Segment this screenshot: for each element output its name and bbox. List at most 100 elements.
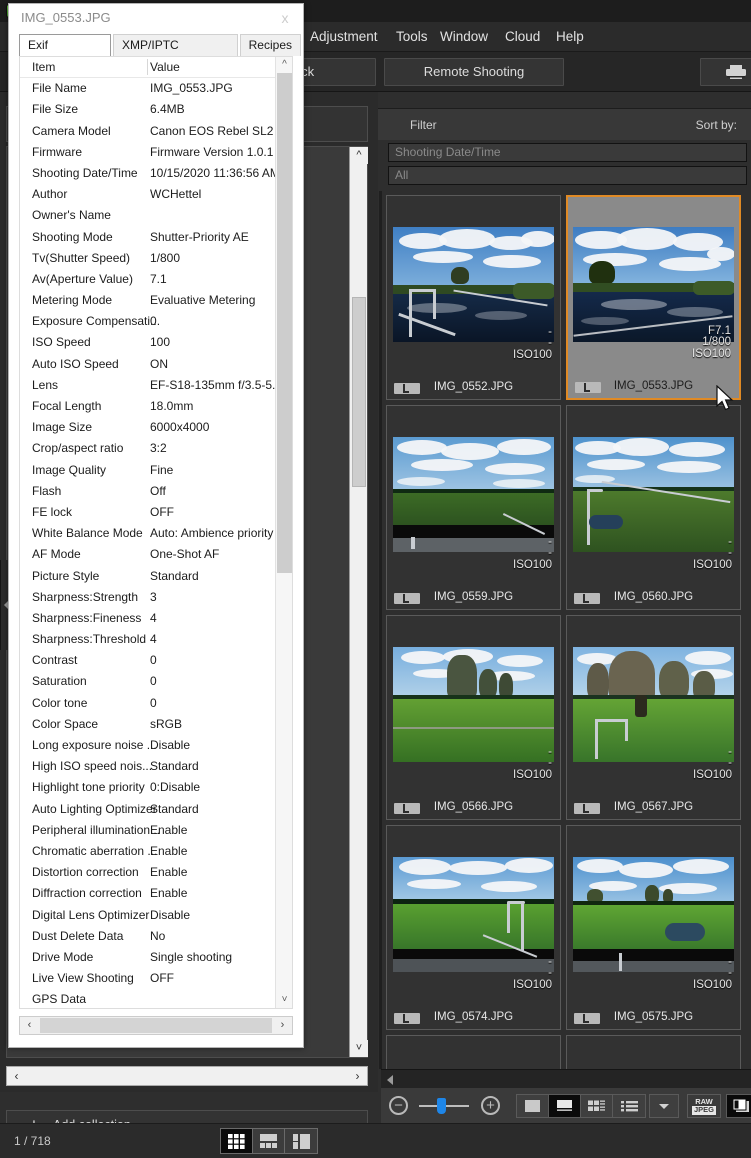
- exif-row[interactable]: File Name IMG_0553.JPG: [20, 78, 292, 99]
- exif-row[interactable]: Digital Lens Optimizer Disable: [20, 905, 292, 926]
- thumbnail-cell-IMG_0552[interactable]: - - ISO100 IMG_0552.JPG: [386, 195, 561, 400]
- exif-information-dialog[interactable]: IMG_0553.JPG x Exif Information XMP/IPTC…: [8, 3, 304, 1048]
- exif-row[interactable]: Auto ISO Speed ON: [20, 354, 292, 375]
- thumbnail-cell-partial-left[interactable]: [386, 1035, 561, 1069]
- tree-scroll-thumb[interactable]: [352, 297, 366, 487]
- exif-row[interactable]: Color tone 0: [20, 693, 292, 714]
- exif-row[interactable]: Image Quality Fine: [20, 460, 292, 481]
- exif-scroll-thumb[interactable]: [277, 73, 292, 573]
- scope-filter-input[interactable]: All: [388, 166, 747, 185]
- exif-row[interactable]: Av(Aperture Value) 7.1: [20, 269, 292, 290]
- layout-horizontal-button[interactable]: [253, 1129, 285, 1153]
- hscroll-right-icon[interactable]: ›: [348, 1067, 367, 1085]
- view-mode-thumb-info[interactable]: [549, 1095, 581, 1117]
- dialog-tabs[interactable]: Exif Information XMP/IPTC Information Re…: [19, 34, 303, 73]
- exif-row[interactable]: Lens EF-S18-135mm f/3.5-5.6 IS S.: [20, 375, 292, 396]
- exif-row[interactable]: Image Size 6000x4000: [20, 417, 292, 438]
- menu-item-help[interactable]: Help: [548, 22, 592, 52]
- view-mode-group[interactable]: [516, 1094, 646, 1118]
- thumbnail-cell-IMG_0575[interactable]: - - ISO100 IMG_0575.JPG: [566, 825, 741, 1030]
- exif-row[interactable]: Auto Lighting Optimizer Standard: [20, 799, 292, 820]
- layout-grid-button[interactable]: [221, 1129, 253, 1153]
- scroll-left-arrow-icon[interactable]: [387, 1075, 393, 1085]
- exif-row[interactable]: Peripheral illumination... Enable: [20, 820, 292, 841]
- exif-row[interactable]: FE lock OFF: [20, 502, 292, 523]
- view-mode-list[interactable]: [613, 1095, 645, 1117]
- exif-row[interactable]: Dust Delete Data No: [20, 926, 292, 947]
- scroll-up-icon[interactable]: ^: [350, 147, 368, 164]
- zoom-in-button[interactable]: +: [481, 1096, 500, 1115]
- tab-xmp-iptc-information[interactable]: XMP/IPTC Information: [113, 34, 238, 73]
- shooting-date-filter-input[interactable]: Shooting Date/Time: [388, 143, 747, 162]
- exif-row[interactable]: Saturation 0: [20, 671, 292, 692]
- exif-row[interactable]: Highlight tone priority 0:Disable: [20, 777, 292, 798]
- exif-row[interactable]: Flash Off: [20, 481, 292, 502]
- exif-row[interactable]: Author WCHettel: [20, 184, 292, 205]
- grid-scroll-strip[interactable]: [381, 1069, 751, 1088]
- zoom-slider-knob[interactable]: [437, 1098, 446, 1114]
- exif-row[interactable]: Focal Length 18.0mm: [20, 396, 292, 417]
- exif-vertical-scrollbar[interactable]: ^ ˅: [275, 57, 292, 1008]
- remote-shooting-button[interactable]: Remote Shooting: [384, 58, 564, 86]
- exif-row[interactable]: Picture Style Standard: [20, 566, 292, 587]
- exif-row[interactable]: Shooting Date/Time 10/15/2020 11:36:56 AM: [20, 163, 292, 184]
- exif-row[interactable]: Distortion correction Enable: [20, 862, 292, 883]
- exif-row[interactable]: Tv(Shutter Speed) 1/800: [20, 248, 292, 269]
- exif-scroll-up-icon[interactable]: ^: [276, 57, 292, 73]
- view-mode-grid-details[interactable]: [581, 1095, 613, 1117]
- exif-row[interactable]: Drive Mode Single shooting: [20, 947, 292, 968]
- exif-scroll-down-icon[interactable]: ˅: [276, 992, 292, 1008]
- exif-row[interactable]: AF Mode One-Shot AF: [20, 544, 292, 565]
- exif-table[interactable]: Item Value File Name IMG_0553.JPG File Siz…: [19, 56, 293, 1009]
- view-options-dropdown[interactable]: [649, 1094, 679, 1118]
- exif-hscroll-right-icon[interactable]: ›: [273, 1017, 292, 1034]
- exif-row[interactable]: Long exposure noise ... Disable: [20, 735, 292, 756]
- thumbnail-cell-IMG_0574[interactable]: - - ISO100 IMG_0574.JPG: [386, 825, 561, 1030]
- thumbnail-cell-IMG_0566[interactable]: - - ISO100 IMG_0566.JPG: [386, 615, 561, 820]
- exif-row[interactable]: High ISO speed nois... Standard: [20, 756, 292, 777]
- exif-row[interactable]: White Balance Mode Auto: Ambience priorit…: [20, 523, 292, 544]
- view-mode-large-thumb[interactable]: [517, 1095, 549, 1117]
- raw-jpeg-toggle[interactable]: RAW JPEG: [687, 1094, 721, 1118]
- tab-recipes[interactable]: Recipes: [239, 34, 301, 56]
- zoom-out-button[interactable]: −: [389, 1096, 408, 1115]
- exif-row[interactable]: Sharpness:Strength 3: [20, 587, 292, 608]
- menu-item-window[interactable]: Window: [432, 22, 496, 52]
- sort-by-label[interactable]: Sort by:: [696, 109, 737, 141]
- tab-exif-information[interactable]: Exif Information: [19, 34, 112, 73]
- exif-row[interactable]: Shooting Mode Shutter-Priority AE: [20, 227, 292, 248]
- exif-row[interactable]: Diffraction correction Enable: [20, 883, 292, 904]
- thumbnail-cell-IMG_0553[interactable]: F7.1 1/800 ISO100 IMG_0553.JPG: [566, 195, 741, 400]
- thumbnail-cell-partial-right[interactable]: [566, 1035, 741, 1069]
- menu-item-tools[interactable]: Tools: [388, 22, 436, 52]
- exif-row[interactable]: File Size 6.4MB: [20, 99, 292, 120]
- exif-row[interactable]: Owner's Name: [20, 205, 292, 226]
- exif-hscroll-left-icon[interactable]: ‹: [20, 1017, 39, 1034]
- exif-row[interactable]: Sharpness:Threshold 4: [20, 629, 292, 650]
- filmstrip-toggle[interactable]: [726, 1094, 751, 1118]
- hscroll-left-icon[interactable]: ‹: [7, 1067, 26, 1085]
- layout-vertical-button[interactable]: [285, 1129, 317, 1153]
- exif-row[interactable]: Camera Model Canon EOS Rebel SL2: [20, 121, 292, 142]
- menu-item-cloud[interactable]: Cloud: [497, 22, 548, 52]
- thumbnail-cell-IMG_0567[interactable]: - - ISO100 IMG_0567.JPG: [566, 615, 741, 820]
- dialog-close-button[interactable]: x: [267, 4, 303, 32]
- exif-row[interactable]: Live View Shooting OFF: [20, 968, 292, 989]
- exif-hscroll-thumb[interactable]: [40, 1018, 272, 1033]
- tree-horizontal-scrollbar[interactable]: ‹ ›: [6, 1066, 368, 1086]
- exif-row[interactable]: Crop/aspect ratio 3:2: [20, 438, 292, 459]
- exif-horizontal-scrollbar[interactable]: ‹ ›: [19, 1016, 293, 1035]
- tree-vertical-scrollbar[interactable]: ^ ˅: [349, 147, 368, 1057]
- print-button[interactable]: [700, 58, 751, 86]
- exif-row[interactable]: GPS Data: [20, 989, 292, 1008]
- exif-row[interactable]: Contrast 0: [20, 650, 292, 671]
- layout-mode-group[interactable]: [220, 1128, 318, 1154]
- exif-row[interactable]: Chromatic aberration ... Enable: [20, 841, 292, 862]
- exif-row[interactable]: Firmware Firmware Version 1.0.1: [20, 142, 292, 163]
- thumbnail-cell-IMG_0559[interactable]: - - ISO100 IMG_0559.JPG: [386, 405, 561, 610]
- exif-row[interactable]: Metering Mode Evaluative Metering: [20, 290, 292, 311]
- exif-row[interactable]: ISO Speed 100: [20, 332, 292, 353]
- exif-row[interactable]: Color Space sRGB: [20, 714, 292, 735]
- scroll-down-icon[interactable]: ˅: [350, 1040, 368, 1057]
- exif-row[interactable]: Exposure Compensati... 0: [20, 311, 292, 332]
